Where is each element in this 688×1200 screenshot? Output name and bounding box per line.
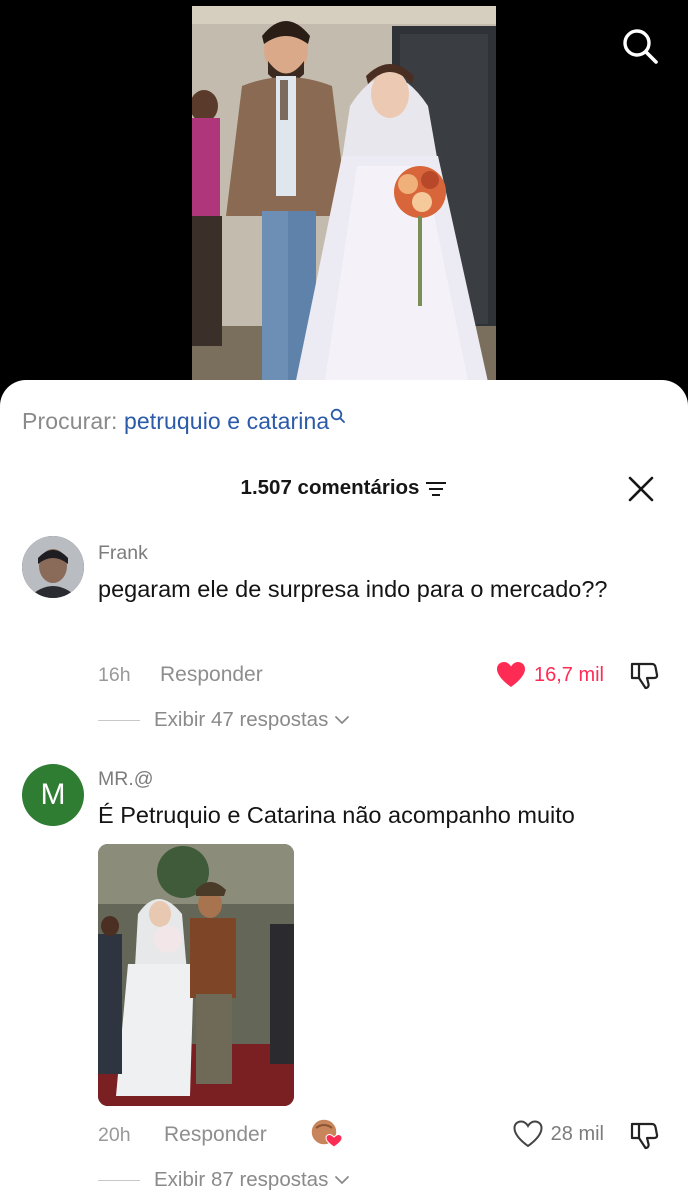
comment-text: pegaram ele de surpresa indo para o merc… xyxy=(98,576,608,602)
video-player[interactable] xyxy=(0,0,688,400)
chevron-down-icon xyxy=(335,1176,350,1184)
heart-outline-icon xyxy=(513,1120,543,1148)
comment-item: M MR.@ É Petruquio e Catarina não acompa… xyxy=(0,762,688,1200)
comment-time: 20h xyxy=(98,1124,131,1146)
comments-header: 1.507 comentários xyxy=(0,474,688,506)
chevron-down-icon xyxy=(335,716,350,724)
like-button[interactable]: 28 mil xyxy=(513,1120,604,1148)
comments-count-title[interactable]: 1.507 comentários xyxy=(0,476,688,500)
comment-time: 16h xyxy=(98,664,131,686)
search-suggestion[interactable]: Procurar: petruquio e catarina xyxy=(22,408,346,435)
view-replies-button[interactable]: Exibir 47 respostas xyxy=(98,708,350,732)
comment-text: É Petruquio e Catarina não acompanho mui… xyxy=(98,802,575,828)
video-still-image xyxy=(192,6,496,400)
video-frame-wedding[interactable] xyxy=(192,6,496,400)
dislike-icon[interactable] xyxy=(628,660,660,692)
avatar-photo xyxy=(22,536,84,598)
search-suggestion-prefix: Procurar: xyxy=(22,408,118,434)
avatar[interactable]: M xyxy=(22,764,84,826)
search-icon xyxy=(331,408,346,423)
view-replies-button[interactable]: Exibir 87 respostas xyxy=(98,1168,350,1192)
reply-button[interactable]: Responder xyxy=(164,1123,267,1147)
replies-divider xyxy=(98,719,140,721)
dislike-icon[interactable] xyxy=(628,1120,660,1152)
reply-button[interactable]: Responder xyxy=(160,663,263,687)
replies-divider xyxy=(98,1179,140,1181)
search-icon[interactable] xyxy=(620,26,660,66)
comment-username[interactable]: MR.@ xyxy=(98,768,154,791)
comments-sheet: Procurar: petruquio e catarina 1.507 com… xyxy=(0,380,688,1200)
comment-item: Frank pegaram ele de surpresa indo para … xyxy=(0,536,688,746)
like-count: 16,7 mil xyxy=(533,663,604,686)
comments-count: 1.507 comentários xyxy=(240,476,420,499)
comment-image[interactable] xyxy=(98,844,294,1106)
sort-icon[interactable] xyxy=(425,481,447,497)
view-replies-label: Exibir 87 respostas xyxy=(154,1168,329,1191)
comment-username[interactable]: Frank xyxy=(98,542,148,565)
like-button[interactable]: 16,7 mil xyxy=(496,661,604,689)
close-icon[interactable] xyxy=(626,474,656,504)
like-count: 28 mil xyxy=(550,1122,604,1145)
heart-filled-icon xyxy=(496,662,525,687)
search-suggestion-query[interactable]: petruquio e catarina xyxy=(124,408,329,434)
view-replies-label: Exibir 47 respostas xyxy=(154,708,329,731)
avatar[interactable] xyxy=(22,536,84,598)
comment-image-photo xyxy=(98,844,294,1106)
creator-liked-badge xyxy=(310,1118,342,1148)
